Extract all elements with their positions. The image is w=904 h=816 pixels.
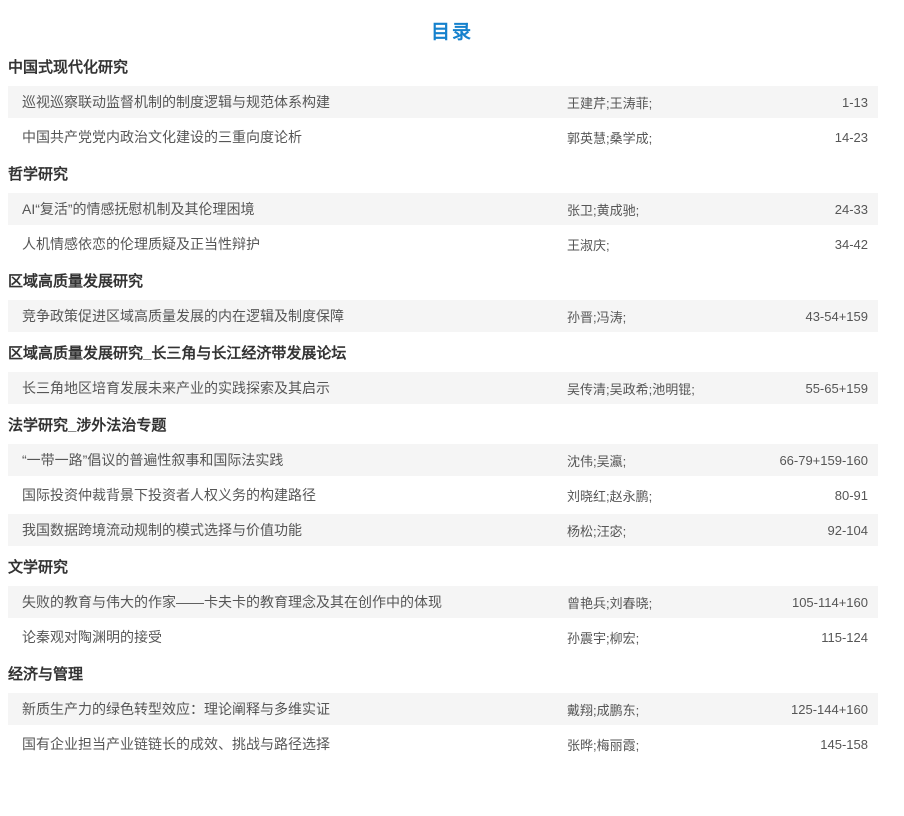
article-row: 巡视巡察联动监督机制的制度逻辑与规范体系构建 王建芹;王涛菲; 1-13	[8, 86, 878, 118]
article-pages: 34-42	[835, 237, 878, 252]
section-rows: 新质生产力的绿色转型效应：理论阐释与多维实证 戴翔;成鹏东; 125-144+1…	[8, 693, 878, 760]
article-row: 新质生产力的绿色转型效应：理论阐释与多维实证 戴翔;成鹏东; 125-144+1…	[8, 693, 878, 725]
section-header: 中国式现代化研究	[8, 59, 878, 77]
article-title-link[interactable]: 失败的教育与伟大的作家——卡夫卡的教育理念及其在创作中的体现	[8, 592, 567, 612]
article-authors[interactable]: 郭英慧;桑学成;	[567, 128, 835, 147]
article-pages: 1-13	[842, 95, 878, 110]
article-authors[interactable]: 沈伟;吴瀛;	[567, 451, 779, 470]
article-authors[interactable]: 张晔;梅丽霞;	[567, 735, 820, 754]
article-title-link[interactable]: 中国共产党党内政治文化建设的三重向度论析	[8, 127, 567, 147]
article-title-link[interactable]: 巡视巡察联动监督机制的制度逻辑与规范体系构建	[8, 92, 567, 112]
article-authors[interactable]: 王建芹;王涛菲;	[567, 93, 842, 112]
toc-section: 中国式现代化研究 巡视巡察联动监督机制的制度逻辑与规范体系构建 王建芹;王涛菲;…	[8, 59, 878, 153]
article-authors[interactable]: 吴传清;吴政希;池明锟;	[567, 379, 805, 398]
article-row: 我国数据跨境流动规制的模式选择与价值功能 杨松;汪宓; 92-104	[8, 514, 878, 546]
article-pages: 80-91	[835, 488, 878, 503]
article-authors[interactable]: 刘晓红;赵永鹏;	[567, 486, 835, 505]
section-rows: 巡视巡察联动监督机制的制度逻辑与规范体系构建 王建芹;王涛菲; 1-13 中国共…	[8, 86, 878, 153]
article-pages: 24-33	[835, 202, 878, 217]
section-header: 文学研究	[8, 559, 878, 577]
section-header: 区域高质量发展研究	[8, 273, 878, 291]
article-pages: 66-79+159-160	[779, 453, 878, 468]
toc-list: 中国式现代化研究 巡视巡察联动监督机制的制度逻辑与规范体系构建 王建芹;王涛菲;…	[8, 59, 878, 760]
toc-section: 法学研究_涉外法治专题 “一带一路”倡议的普遍性叙事和国际法实践 沈伟;吴瀛; …	[8, 417, 878, 546]
article-row: AI“复活”的情感抚慰机制及其伦理困境 张卫;黄成驰; 24-33	[8, 193, 878, 225]
article-title-link[interactable]: 长三角地区培育发展未来产业的实践探索及其启示	[8, 378, 567, 398]
article-pages: 14-23	[835, 130, 878, 145]
article-row: 中国共产党党内政治文化建设的三重向度论析 郭英慧;桑学成; 14-23	[8, 121, 878, 153]
article-row: 竞争政策促进区域高质量发展的内在逻辑及制度保障 孙晋;冯涛; 43-54+159	[8, 300, 878, 332]
section-rows: AI“复活”的情感抚慰机制及其伦理困境 张卫;黄成驰; 24-33 人机情感依恋…	[8, 193, 878, 260]
section-header: 哲学研究	[8, 166, 878, 184]
article-authors[interactable]: 曾艳兵;刘春晓;	[567, 593, 792, 612]
article-title-link[interactable]: 国有企业担当产业链链长的成效、挑战与路径选择	[8, 734, 567, 754]
article-title-link[interactable]: 我国数据跨境流动规制的模式选择与价值功能	[8, 520, 567, 540]
article-title-link[interactable]: 新质生产力的绿色转型效应：理论阐释与多维实证	[8, 699, 567, 719]
section-header: 法学研究_涉外法治专题	[8, 417, 878, 435]
toc-section: 经济与管理 新质生产力的绿色转型效应：理论阐释与多维实证 戴翔;成鹏东; 125…	[8, 666, 878, 760]
article-authors[interactable]: 戴翔;成鹏东;	[567, 700, 791, 719]
article-title-link[interactable]: “一带一路”倡议的普遍性叙事和国际法实践	[8, 450, 567, 470]
article-title-link[interactable]: 竞争政策促进区域高质量发展的内在逻辑及制度保障	[8, 306, 567, 326]
article-row: 国有企业担当产业链链长的成效、挑战与路径选择 张晔;梅丽霞; 145-158	[8, 728, 878, 760]
toc-section: 区域高质量发展研究_长三角与长江经济带发展论坛 长三角地区培育发展未来产业的实践…	[8, 345, 878, 404]
article-title-link[interactable]: AI“复活”的情感抚慰机制及其伦理困境	[8, 199, 567, 219]
article-authors[interactable]: 孙晋;冯涛;	[567, 307, 805, 326]
section-rows: “一带一路”倡议的普遍性叙事和国际法实践 沈伟;吴瀛; 66-79+159-16…	[8, 444, 878, 546]
section-rows: 长三角地区培育发展未来产业的实践探索及其启示 吴传清;吴政希;池明锟; 55-6…	[8, 372, 878, 404]
article-authors[interactable]: 孙震宇;柳宏;	[567, 628, 821, 647]
article-row: 人机情感依恋的伦理质疑及正当性辩护 王淑庆; 34-42	[8, 228, 878, 260]
article-pages: 145-158	[820, 737, 878, 752]
article-authors[interactable]: 杨松;汪宓;	[567, 521, 828, 540]
section-header: 区域高质量发展研究_长三角与长江经济带发展论坛	[8, 345, 878, 363]
article-authors[interactable]: 王淑庆;	[567, 235, 835, 254]
article-pages: 105-114+160	[792, 595, 878, 610]
toc-section: 区域高质量发展研究 竞争政策促进区域高质量发展的内在逻辑及制度保障 孙晋;冯涛;…	[8, 273, 878, 332]
article-pages: 125-144+160	[791, 702, 878, 717]
section-rows: 竞争政策促进区域高质量发展的内在逻辑及制度保障 孙晋;冯涛; 43-54+159	[8, 300, 878, 332]
section-header: 经济与管理	[8, 666, 878, 684]
toc-title: 目录	[0, 0, 904, 46]
article-pages: 92-104	[828, 523, 878, 538]
section-rows: 失败的教育与伟大的作家——卡夫卡的教育理念及其在创作中的体现 曾艳兵;刘春晓; …	[8, 586, 878, 653]
article-title-link[interactable]: 论秦观对陶渊明的接受	[8, 627, 567, 647]
toc-section: 文学研究 失败的教育与伟大的作家——卡夫卡的教育理念及其在创作中的体现 曾艳兵;…	[8, 559, 878, 653]
article-row: 长三角地区培育发展未来产业的实践探索及其启示 吴传清;吴政希;池明锟; 55-6…	[8, 372, 878, 404]
article-row: 失败的教育与伟大的作家——卡夫卡的教育理念及其在创作中的体现 曾艳兵;刘春晓; …	[8, 586, 878, 618]
article-row: 国际投资仲裁背景下投资者人权义务的构建路径 刘晓红;赵永鹏; 80-91	[8, 479, 878, 511]
article-title-link[interactable]: 国际投资仲裁背景下投资者人权义务的构建路径	[8, 485, 567, 505]
article-row: 论秦观对陶渊明的接受 孙震宇;柳宏; 115-124	[8, 621, 878, 653]
article-authors[interactable]: 张卫;黄成驰;	[567, 200, 835, 219]
article-pages: 55-65+159	[805, 381, 878, 396]
article-title-link[interactable]: 人机情感依恋的伦理质疑及正当性辩护	[8, 234, 567, 254]
article-row: “一带一路”倡议的普遍性叙事和国际法实践 沈伟;吴瀛; 66-79+159-16…	[8, 444, 878, 476]
toc-section: 哲学研究 AI“复活”的情感抚慰机制及其伦理困境 张卫;黄成驰; 24-33 人…	[8, 166, 878, 260]
article-pages: 43-54+159	[805, 309, 878, 324]
article-pages: 115-124	[821, 630, 878, 645]
